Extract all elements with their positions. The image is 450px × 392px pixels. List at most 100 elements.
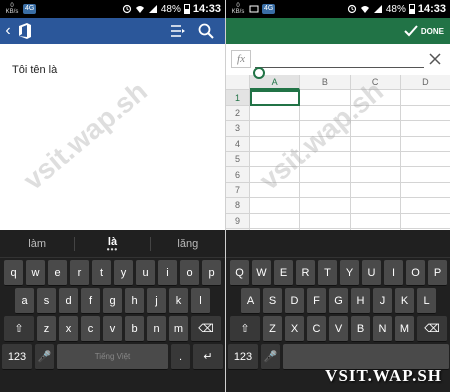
shift-key-icon[interactable]: ⇧ (230, 316, 260, 342)
key[interactable]: u (136, 260, 155, 286)
symbols-key[interactable]: 123 (2, 344, 32, 370)
cell[interactable] (300, 198, 351, 214)
corner-cell[interactable] (226, 75, 250, 91)
document-text[interactable]: Tôi tên là (12, 64, 57, 76)
key[interactable]: Z (263, 316, 282, 342)
key[interactable]: i (158, 260, 177, 286)
cell[interactable] (250, 167, 301, 183)
key[interactable]: W (252, 260, 271, 286)
cell[interactable] (300, 136, 351, 152)
key[interactable]: f (81, 288, 100, 314)
cell[interactable] (350, 90, 401, 106)
key[interactable]: E (274, 260, 293, 286)
function-button[interactable]: fx (231, 50, 251, 68)
cell[interactable] (350, 198, 401, 214)
row-header[interactable]: 4 (226, 136, 250, 152)
office-logo-icon[interactable] (16, 22, 34, 40)
key[interactable]: M (395, 316, 414, 342)
cell[interactable] (400, 198, 450, 214)
key[interactable]: r (70, 260, 89, 286)
list-menu-icon[interactable] (169, 22, 187, 40)
key[interactable]: n (147, 316, 166, 342)
cell[interactable] (250, 151, 301, 168)
cell[interactable] (400, 105, 450, 122)
cell[interactable] (350, 136, 401, 152)
key[interactable]: a (15, 288, 34, 314)
key[interactable]: m (169, 316, 188, 342)
cell[interactable] (350, 167, 401, 183)
enter-key-icon[interactable]: ↵ (193, 344, 223, 370)
column-header[interactable]: D (400, 75, 450, 91)
key[interactable]: j (147, 288, 166, 314)
key[interactable]: y (114, 260, 133, 286)
cell[interactable] (300, 182, 351, 199)
row-header[interactable]: 3 (226, 121, 250, 137)
row-header[interactable]: 9 (226, 213, 250, 229)
cell[interactable] (300, 121, 351, 137)
key[interactable]: p (202, 260, 221, 286)
key[interactable]: h (125, 288, 144, 314)
key[interactable]: Q (230, 260, 249, 286)
key[interactable]: T (318, 260, 337, 286)
key[interactable]: B (351, 316, 370, 342)
key[interactable]: P (428, 260, 447, 286)
key[interactable]: c (81, 316, 100, 342)
space-key[interactable]: Tiếng Việt (57, 344, 168, 370)
cell[interactable] (300, 151, 351, 168)
done-button[interactable]: DONE (403, 23, 444, 39)
column-header[interactable]: C (350, 75, 401, 91)
cell[interactable] (300, 213, 351, 229)
cell[interactable] (300, 167, 351, 183)
mic-key-icon[interactable]: 🎤 (35, 344, 54, 370)
cell[interactable] (300, 90, 351, 106)
cell[interactable] (350, 105, 401, 122)
key[interactable]: x (59, 316, 78, 342)
key[interactable]: X (285, 316, 304, 342)
suggestion-item[interactable]: làm (0, 238, 74, 250)
symbols-key[interactable]: 123 (228, 344, 258, 370)
cell[interactable] (350, 182, 401, 199)
cell[interactable] (400, 136, 450, 152)
cell[interactable] (250, 213, 301, 229)
column-header[interactable]: B (300, 75, 351, 91)
key[interactable]: b (125, 316, 144, 342)
cell-a1[interactable] (250, 90, 301, 106)
key[interactable]: V (329, 316, 348, 342)
selection-handle[interactable] (253, 67, 265, 79)
key[interactable]: q (4, 260, 23, 286)
key[interactable]: J (373, 288, 392, 314)
key[interactable]: I (384, 260, 403, 286)
key[interactable]: C (307, 316, 326, 342)
cell[interactable] (400, 213, 450, 229)
cell[interactable] (350, 121, 401, 137)
cell[interactable] (250, 121, 301, 137)
key[interactable]: K (395, 288, 414, 314)
cell[interactable] (300, 105, 351, 122)
key[interactable]: t (92, 260, 111, 286)
mic-key-icon[interactable]: 🎤 (261, 344, 280, 370)
row-header[interactable]: 2 (226, 105, 250, 122)
key[interactable]: e (48, 260, 67, 286)
backspace-key-icon[interactable]: ⌫ (191, 316, 221, 342)
cell[interactable] (400, 121, 450, 137)
key[interactable]: N (373, 316, 392, 342)
key[interactable]: D (285, 288, 304, 314)
cell[interactable] (400, 151, 450, 168)
row-header[interactable]: 6 (226, 167, 250, 183)
cell[interactable] (250, 136, 301, 152)
key[interactable]: R (296, 260, 315, 286)
row-header[interactable]: 7 (226, 182, 250, 199)
cell[interactable] (350, 151, 401, 168)
key[interactable]: F (307, 288, 326, 314)
cell[interactable] (250, 105, 301, 122)
key[interactable]: v (103, 316, 122, 342)
key[interactable]: g (103, 288, 122, 314)
row-header[interactable]: 1 (226, 90, 250, 106)
cell[interactable] (400, 182, 450, 199)
formula-input[interactable] (255, 50, 424, 68)
period-key[interactable]: . (171, 344, 190, 370)
key[interactable]: G (329, 288, 348, 314)
shift-key-icon[interactable]: ⇧ (4, 316, 34, 342)
row-header[interactable]: 5 (226, 151, 250, 168)
key[interactable]: A (241, 288, 260, 314)
